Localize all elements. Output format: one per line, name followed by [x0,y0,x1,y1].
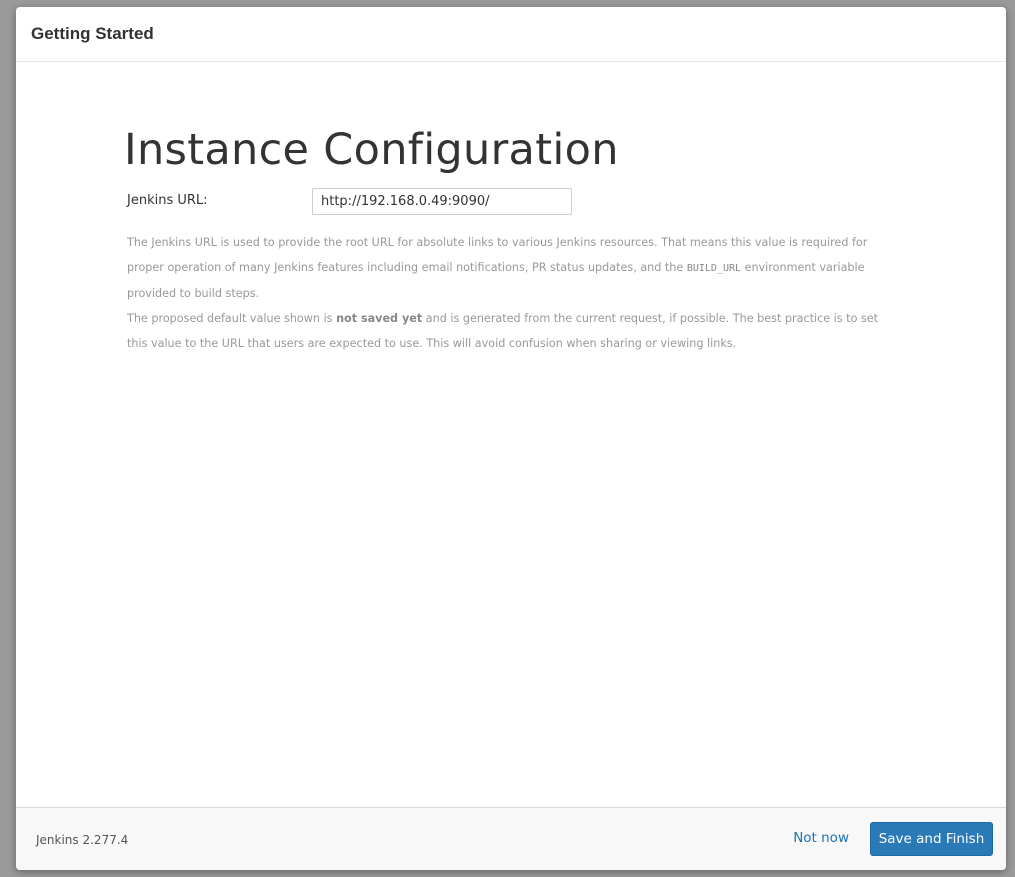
page-title: Instance Configuration [124,125,619,175]
not-saved-emphasis: not saved yet [336,312,423,325]
dialog-title: Getting Started [31,24,154,43]
help-paragraph-2: The proposed default value shown is not … [127,306,897,356]
jenkins-url-input[interactable] [312,188,572,215]
jenkins-version: Jenkins 2.277.4 [36,833,129,847]
dialog-footer: Jenkins 2.277.4 Not now Save and Finish [16,807,1006,870]
dialog-body: Instance Configuration Jenkins URL: The … [16,62,1006,807]
jenkins-url-label: Jenkins URL: [127,193,208,208]
dialog-header: Getting Started [16,7,1006,62]
jenkins-url-help: The Jenkins URL is used to provide the r… [127,230,897,356]
setup-wizard-dialog: Getting Started Instance Configuration J… [16,7,1006,870]
help-text: The proposed default value shown is [127,312,337,325]
save-and-finish-button[interactable]: Save and Finish [870,822,993,856]
not-now-button[interactable]: Not now [793,829,849,847]
help-paragraph-1: The Jenkins URL is used to provide the r… [127,230,897,306]
build-url-code: BUILD_URL [686,263,742,274]
